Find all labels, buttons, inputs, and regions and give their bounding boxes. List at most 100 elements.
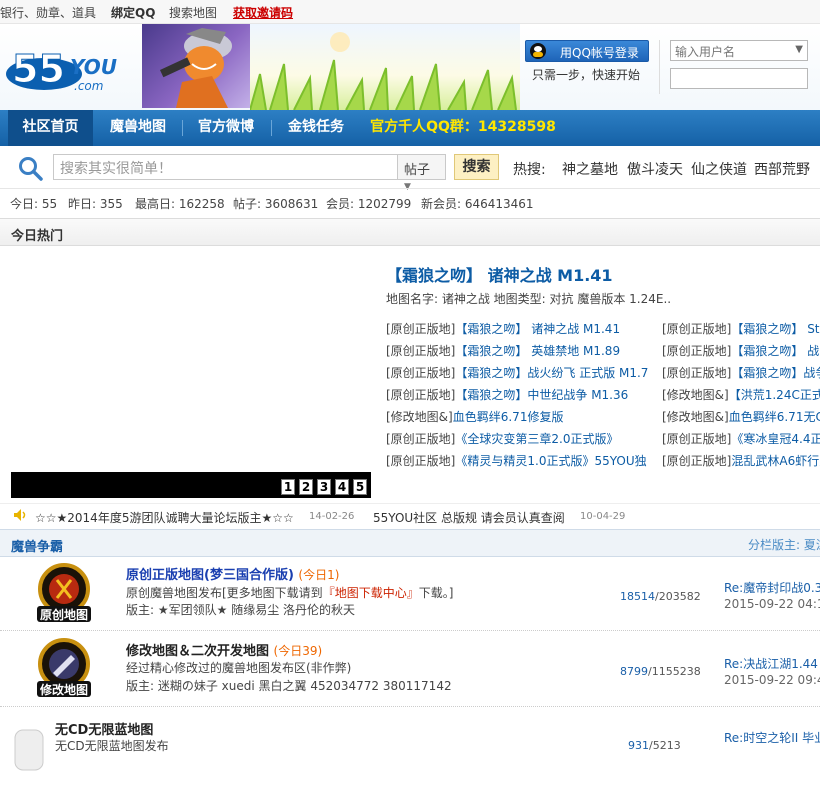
thread-title[interactable]: 【霜狼之吻】战争 — [731, 366, 820, 380]
modified-map-forum-icon[interactable]: 修改地图 — [33, 637, 95, 699]
forum-moderators[interactable]: 版主: ★军团领队★ 随缘易尘 洛丹伦的秋天 — [126, 601, 355, 618]
last-post-link[interactable]: Re:时空之轮II 毕业 — [724, 731, 820, 745]
last-post-link[interactable]: Re:魔帝封印战0.3 — [724, 581, 820, 595]
site-logo[interactable]: 55 YOU .com — [2, 38, 142, 98]
hot-thread-item[interactable]: [原创正版地]《全球灾变第三章2.0正式版》 — [386, 430, 618, 447]
thread-category[interactable]: [原创正版地] — [662, 366, 731, 380]
thread-category[interactable]: [原创正版地] — [662, 432, 731, 446]
nav-money-tasks[interactable]: 金钱任务 — [273, 110, 359, 146]
nav-home[interactable]: 社区首页 — [8, 110, 93, 146]
stat-newest-member[interactable]: 新会员: 646413461 — [421, 195, 534, 212]
forum-moderators[interactable]: 版主: 迷糊の妹子 xuedi 黑白之翼 452034772 380117142 — [126, 677, 452, 694]
hot-keyword[interactable]: 傲斗凌天 — [627, 159, 683, 179]
thread-category[interactable]: [原创正版地] — [662, 322, 731, 336]
forum-category-title[interactable]: 魔兽争霸 — [11, 536, 63, 555]
hot-thread-item[interactable]: [原创正版地]【霜狼之吻】 诸神之战 M1.41 — [386, 320, 620, 337]
thread-category[interactable]: [原创正版地] — [386, 454, 455, 468]
nav-official-weibo[interactable]: 官方微博 — [184, 110, 268, 146]
announcement-link[interactable]: 55YOU社区 总版规 请会员认真查阅 — [373, 509, 565, 526]
search-type-select[interactable]: 帖子 ▼ — [398, 154, 446, 192]
hot-keyword[interactable]: 仙之侠道 — [691, 159, 747, 179]
slider-page-4[interactable]: 4 — [335, 479, 349, 495]
hot-thread-item[interactable]: [修改地图&]血色羁绊6.71修复版 — [386, 408, 563, 425]
stat-yesterday: 昨日: 355 — [68, 197, 123, 211]
ninja-mascot-image — [142, 24, 250, 108]
hot-thread-item[interactable]: [原创正版地]【霜狼之吻】 战 — [662, 342, 819, 359]
qq-login-label: 用QQ帐号登录 — [560, 46, 639, 60]
thread-title[interactable]: 【洪荒1.24C正式 — [729, 388, 820, 402]
forum-post-count: /5213 — [649, 739, 681, 752]
nav-qq-group[interactable]: 官方千人QQ群：14328598 — [368, 110, 558, 146]
thread-category[interactable]: [原创正版地] — [662, 454, 731, 468]
thread-title[interactable]: 血色羁绊6.71修复版 — [453, 410, 564, 424]
thread-category[interactable]: [原创正版地] — [386, 366, 455, 380]
thread-title[interactable]: 《精灵与精灵1.0正式版》55YOU独 — [455, 454, 646, 468]
hot-thread-item[interactable]: [原创正版地]【霜狼之吻】 Sta — [662, 320, 820, 337]
username-input[interactable]: 输入用户名 ▼ — [670, 40, 808, 61]
slider-page-1[interactable]: 1 — [281, 479, 295, 495]
original-map-forum-icon[interactable]: 原创地图 — [33, 562, 95, 624]
thread-title[interactable]: 【霜狼之吻】 诸神之战 M1.41 — [455, 322, 620, 336]
map-download-center-link[interactable]: 『地图下载中心』 — [323, 586, 419, 600]
thread-title[interactable]: 《寒冰皇冠4.4正 — [731, 432, 820, 446]
last-post-link[interactable]: Re:决战江湖1.44 — [724, 657, 818, 671]
forum-title-link[interactable]: 原创正版地图(梦三国合作版) (今日1) — [126, 564, 339, 583]
search-map-link[interactable]: 搜索地图 — [169, 4, 217, 21]
hot-thread-item[interactable]: [原创正版地]【霜狼之吻】 英雄禁地 M1.89 — [386, 342, 620, 359]
get-invite-code-link[interactable]: 获取邀请码 — [233, 4, 293, 21]
forum-last-post-title[interactable]: Re:魔帝封印战0.3 — [724, 579, 820, 596]
thread-category[interactable]: [原创正版地] — [386, 432, 455, 446]
nav-separator — [182, 120, 183, 136]
thread-category[interactable]: [修改地图&] — [662, 410, 729, 424]
thread-title[interactable]: 【霜狼之吻】 战 — [731, 344, 819, 358]
hot-thread-item[interactable]: [修改地图&]【洪荒1.24C正式 — [662, 386, 820, 403]
hot-thread-item[interactable]: [原创正版地]《寒冰皇冠4.4正 — [662, 430, 820, 447]
forum-title-link[interactable]: 修改地图＆二次开发地图 (今日39) — [126, 640, 322, 659]
slider-page-5[interactable]: 5 — [353, 479, 367, 495]
thread-category[interactable]: [原创正版地] — [662, 344, 731, 358]
slider-page-2[interactable]: 2 — [299, 479, 313, 495]
featured-thread-title[interactable]: 【霜狼之吻】 诸神之战 M1.41 — [386, 262, 613, 286]
thread-category[interactable]: [原创正版地] — [386, 344, 455, 358]
bind-qq-link[interactable]: 绑定QQ — [111, 4, 155, 21]
forum-name[interactable]: 修改地图＆二次开发地图 — [126, 644, 269, 659]
announcement-link[interactable]: ☆☆★2014年度5游团队诚聘大量论坛版主★☆☆ — [35, 509, 294, 526]
forum-name[interactable]: 原创正版地图(梦三国合作版) — [126, 568, 294, 583]
header-grass-banner — [250, 24, 520, 110]
thread-title[interactable]: 混乱武林A6虾行天 — [731, 454, 820, 468]
thread-title[interactable]: 【霜狼之吻】 Sta — [731, 322, 820, 336]
category-moderator[interactable]: 分栏版主: 夏沫 — [748, 536, 820, 553]
search-button[interactable]: 搜索 — [454, 154, 499, 180]
forum-description: 经过精心修改过的魔兽地图发布区(非作弊) — [126, 659, 351, 676]
password-input[interactable] — [670, 68, 808, 89]
nav-warcraft-maps[interactable]: 魔兽地图 — [96, 110, 180, 146]
forum-counts: 931/5213 — [628, 739, 681, 752]
thread-title[interactable]: 【霜狼之吻】 英雄禁地 M1.89 — [455, 344, 620, 358]
hot-keyword[interactable]: 神之墓地 — [562, 159, 618, 179]
qq-login-button[interactable]: 用QQ帐号登录 — [525, 40, 649, 62]
hot-thread-item[interactable]: [修改地图&]血色羁绊6.71无C — [662, 408, 820, 425]
forum-title-link[interactable]: 无CD无限蓝地图 — [55, 719, 153, 738]
thread-title[interactable]: 血色羁绊6.71无C — [729, 410, 820, 424]
bank-medal-items-link[interactable]: 银行、勋章、道具 — [0, 4, 96, 21]
hot-thread-item[interactable]: [原创正版地]《精灵与精灵1.0正式版》55YOU独 — [386, 452, 647, 469]
image-slider[interactable]: 1 2 3 4 5 — [11, 250, 371, 498]
hot-thread-item[interactable]: [原创正版地]【霜狼之吻】战火纷飞 正式版 M1.7 — [386, 364, 648, 381]
hot-keyword[interactable]: 西部荒野 — [754, 159, 810, 179]
search-input[interactable]: 搜索其实很简单！ — [53, 154, 398, 180]
slider-page-3[interactable]: 3 — [317, 479, 331, 495]
thread-title[interactable]: 《全球灾变第三章2.0正式版》 — [455, 432, 618, 446]
thread-category[interactable]: [修改地图&] — [386, 410, 453, 424]
hot-thread-item[interactable]: [原创正版地]【霜狼之吻】中世纪战争 M1.36 — [386, 386, 628, 403]
hot-thread-item[interactable]: [原创正版地]混乱武林A6虾行天 — [662, 452, 820, 469]
thread-title[interactable]: 【霜狼之吻】中世纪战争 M1.36 — [455, 388, 628, 402]
chevron-down-icon[interactable]: ▼ — [795, 44, 803, 55]
forum-last-post-title[interactable]: Re:时空之轮II 毕业 — [724, 729, 820, 746]
thread-title[interactable]: 【霜狼之吻】战火纷飞 正式版 M1.7 — [455, 366, 648, 380]
thread-category[interactable]: [原创正版地] — [386, 388, 455, 402]
thread-category[interactable]: [修改地图&] — [662, 388, 729, 402]
hot-thread-item[interactable]: [原创正版地]【霜狼之吻】战争 — [662, 364, 820, 381]
thread-category[interactable]: [原创正版地] — [386, 322, 455, 336]
forum-name[interactable]: 无CD无限蓝地图 — [55, 723, 153, 738]
forum-last-post-title[interactable]: Re:决战江湖1.44 — [724, 655, 818, 672]
